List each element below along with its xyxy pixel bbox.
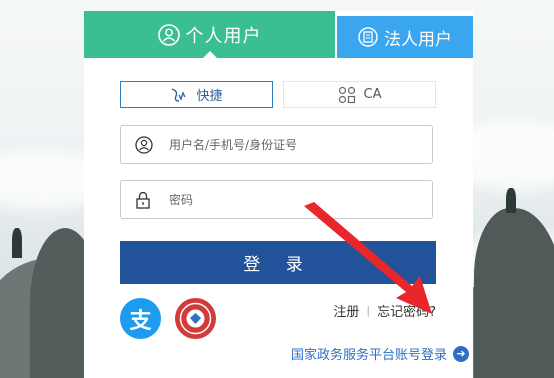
login-mode-switch: 快捷 CA xyxy=(120,81,436,109)
lock-icon xyxy=(135,191,153,209)
mode-quick-label: 快捷 xyxy=(196,89,223,104)
ca-certificate-icon xyxy=(338,86,356,104)
tab-legal-user[interactable]: 法人用户 xyxy=(337,16,473,58)
tab-personal-label: 个人用户 xyxy=(185,25,262,47)
user-type-tabs: 个人用户 法人用户 xyxy=(84,11,473,59)
user-icon xyxy=(135,135,153,154)
quick-login-icon xyxy=(170,87,188,103)
alipay-login-icon[interactable]: 支 xyxy=(120,298,161,339)
mode-ca-label: CA xyxy=(363,87,382,102)
mode-quick-button[interactable]: 快捷 xyxy=(120,81,273,108)
gov-platform-label: 国家政务服务平台账号登录 xyxy=(290,348,447,363)
username-field[interactable] xyxy=(120,125,433,164)
building-icon xyxy=(358,27,378,47)
mode-ca-button[interactable]: CA xyxy=(283,81,436,108)
annotation-arrow-icon xyxy=(304,202,432,314)
username-input[interactable] xyxy=(167,136,411,153)
login-panel: 个人用户 法人用户 快捷 CA 用户名/手机号/身份证号 登 录 支 注册 | … xyxy=(84,11,473,378)
arrow-right-icon: ➜ xyxy=(453,345,469,362)
tab-personal-user[interactable]: 个人用户 xyxy=(84,11,335,59)
tab-legal-label: 法人用户 xyxy=(384,29,452,50)
alipay-label: 支 xyxy=(129,308,152,334)
seal-login-icon[interactable] xyxy=(175,298,216,339)
gov-platform-login-link[interactable]: 国家政务服务平台账号登录 ➜ xyxy=(291,344,469,363)
person-icon xyxy=(157,23,180,46)
